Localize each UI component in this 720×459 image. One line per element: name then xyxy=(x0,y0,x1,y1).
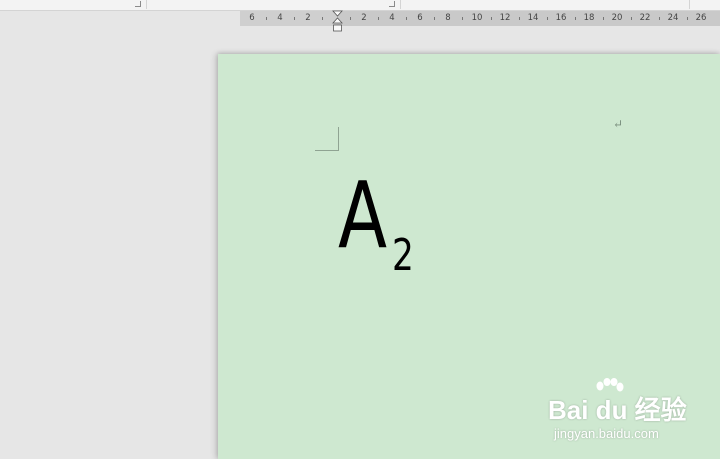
indent-marker-icon[interactable] xyxy=(332,10,343,32)
ruler-number: 14 xyxy=(527,13,539,23)
ribbon-group-divider xyxy=(146,0,147,9)
subscript-formula[interactable]: A 2 xyxy=(338,162,414,278)
ribbon-group-divider xyxy=(689,0,690,9)
ruler-tick xyxy=(322,17,323,20)
ruler-tick xyxy=(350,17,351,20)
ruler-number: 18 xyxy=(583,13,595,23)
ruler-number: 8 xyxy=(445,13,451,23)
word-document-window: 6 4 2 2 4 6 8 10 12 14 16 18 20 22 24 26 xyxy=(0,0,720,459)
dialog-launcher-icon[interactable] xyxy=(389,1,395,7)
ruler-number: 20 xyxy=(611,13,623,23)
ruler-number: 6 xyxy=(249,13,255,23)
ruler-tick xyxy=(491,17,492,20)
ruler-tick xyxy=(659,17,660,20)
paragraph-mark: ↵ xyxy=(613,117,624,131)
ruler-number: 2 xyxy=(305,13,311,23)
ruler-number: 10 xyxy=(471,13,483,23)
formula-base-letter: A xyxy=(338,162,387,269)
ruler-tick xyxy=(294,17,295,20)
ruler-number: 2 xyxy=(361,13,367,23)
horizontal-ruler[interactable]: 6 4 2 2 4 6 8 10 12 14 16 18 20 22 24 26 xyxy=(240,11,720,26)
ruler-number: 6 xyxy=(417,13,423,23)
ruler-number: 16 xyxy=(555,13,567,23)
text-boundary-corner-mark xyxy=(315,127,339,151)
ruler-tick xyxy=(266,17,267,20)
ruler-number: 12 xyxy=(499,13,511,23)
ruler-tick xyxy=(547,17,548,20)
ruler-tick xyxy=(687,17,688,20)
ruler-tick xyxy=(434,17,435,20)
baidu-jingyan-watermark: Bai du 经验 jingyan.baidu.com xyxy=(548,378,718,448)
ruler-tick xyxy=(603,17,604,20)
dialog-launcher-icon[interactable] xyxy=(135,1,141,7)
watermark-logo-text: Bai du 经验 xyxy=(548,395,687,425)
ruler-tick xyxy=(378,17,379,20)
ruler-tick xyxy=(631,17,632,20)
ruler-number: 4 xyxy=(277,13,283,23)
ribbon-group-divider xyxy=(400,0,401,9)
ruler-number: 26 xyxy=(695,13,707,23)
formula-subscript: 2 xyxy=(392,230,414,281)
ruler-number: 4 xyxy=(389,13,395,23)
ribbon-bottom-edge xyxy=(0,0,720,11)
ruler-tick xyxy=(406,17,407,20)
watermark-url: jingyan.baidu.com xyxy=(554,426,659,441)
ruler-number: 24 xyxy=(667,13,679,23)
ruler-tick xyxy=(519,17,520,20)
ruler-number: 22 xyxy=(639,13,651,23)
ruler-tick xyxy=(462,17,463,20)
ruler-tick xyxy=(575,17,576,20)
